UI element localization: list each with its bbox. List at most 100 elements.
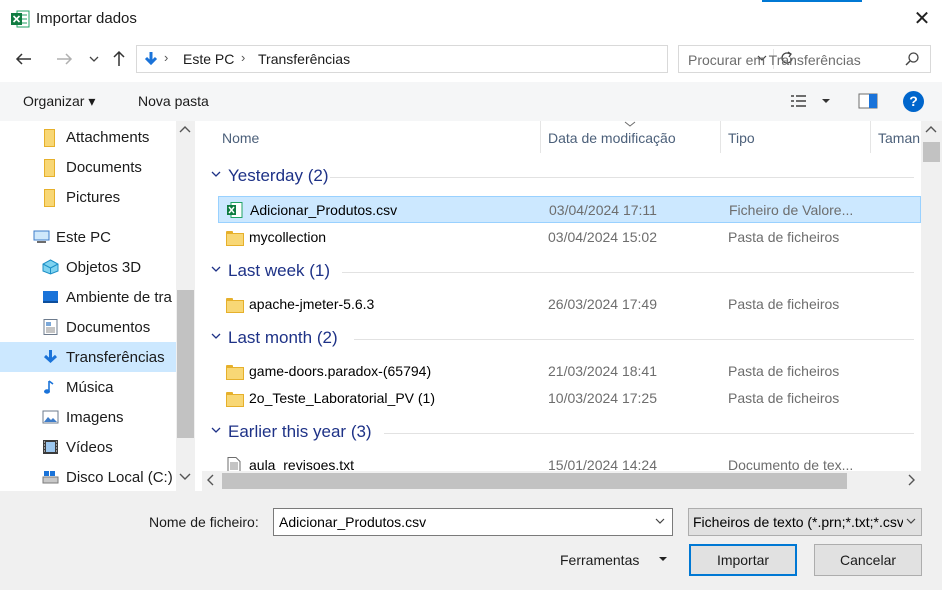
column-divider[interactable] bbox=[870, 121, 871, 153]
excel-csv-icon bbox=[227, 202, 243, 218]
recent-locations-chevron-icon[interactable] bbox=[81, 46, 107, 72]
nav-scroll-down-icon[interactable] bbox=[178, 471, 192, 486]
nav-item-label: Attachments bbox=[66, 129, 150, 146]
file-name: apache-jmeter-5.6.3 bbox=[249, 296, 375, 312]
organize-menu-button[interactable]: Organizar ▾ bbox=[23, 93, 95, 110]
folder-icon bbox=[226, 231, 244, 246]
collapse-chevron-icon[interactable] bbox=[210, 424, 222, 436]
cancel-button[interactable]: Cancelar bbox=[814, 544, 922, 576]
excel-app-icon bbox=[11, 10, 30, 28]
filename-input[interactable]: Adicionar_Produtos.csv bbox=[279, 514, 426, 530]
nav-item-documentos[interactable]: Documentos bbox=[0, 312, 176, 342]
breadcrumb-transferencias[interactable]: Transferências bbox=[258, 51, 350, 67]
chevron-down-icon[interactable] bbox=[654, 515, 666, 527]
new-folder-button[interactable]: Nova pasta bbox=[138, 93, 209, 109]
import-button[interactable]: Importar bbox=[689, 544, 797, 576]
desktop-icon bbox=[43, 291, 58, 303]
folder-icon bbox=[226, 392, 244, 407]
group-divider bbox=[330, 177, 914, 178]
preview-pane-icon[interactable] bbox=[858, 93, 878, 109]
document-icon bbox=[43, 319, 58, 335]
file-row[interactable]: mycollection 03/04/2024 15:02 Pasta de f… bbox=[218, 224, 921, 251]
group-header-earlier-this-year[interactable]: Earlier this year (3) bbox=[202, 419, 914, 447]
view-options-icon[interactable] bbox=[790, 93, 812, 109]
group-header-last-week[interactable]: Last week (1) bbox=[202, 258, 914, 286]
breadcrumb-este-pc[interactable]: Este PC bbox=[183, 51, 234, 67]
drive-icon bbox=[42, 471, 59, 484]
filetype-select[interactable]: Ficheiros de texto (*.prn;*.txt;*.csv) bbox=[688, 508, 922, 536]
column-divider[interactable] bbox=[720, 121, 721, 153]
nav-item-documents[interactable]: Documents bbox=[0, 152, 176, 182]
collapse-chevron-icon[interactable] bbox=[210, 168, 222, 180]
nav-item-pictures[interactable]: Pictures bbox=[0, 182, 176, 212]
view-dropdown-icon[interactable] bbox=[820, 96, 832, 106]
nav-item-label: Música bbox=[66, 379, 114, 396]
list-scroll-left-icon[interactable] bbox=[205, 472, 217, 491]
folder-icon bbox=[44, 189, 55, 207]
file-row[interactable]: 2o_Teste_Laboratorial_PV (1) 10/03/2024 … bbox=[218, 385, 921, 412]
column-header-row: Nome Data de modificação Tipo Taman bbox=[202, 121, 921, 153]
file-row[interactable]: aula_revisoes.txt 15/01/2024 14:24 Docum… bbox=[218, 452, 921, 471]
filename-combobox[interactable]: Adicionar_Produtos.csv bbox=[273, 508, 673, 536]
nav-item-musica[interactable]: Música bbox=[0, 372, 176, 402]
nav-item-label: Este PC bbox=[56, 229, 112, 246]
folder-icon bbox=[44, 159, 55, 177]
breadcrumb-chevron-icon[interactable]: › bbox=[241, 50, 245, 65]
breadcrumb-chevron-icon[interactable]: › bbox=[164, 50, 168, 65]
tools-dropdown-icon[interactable] bbox=[657, 553, 669, 565]
nav-item-este-pc[interactable]: Este PC bbox=[0, 222, 176, 252]
nav-item-ambiente-de-trabalho[interactable]: Ambiente de tra bbox=[0, 282, 176, 312]
image-icon bbox=[42, 410, 59, 424]
list-horizontal-scroll-thumb[interactable] bbox=[222, 473, 847, 489]
address-bar[interactable]: › Este PC › Transferências bbox=[136, 45, 793, 73]
column-divider[interactable] bbox=[540, 121, 541, 153]
file-row[interactable]: game-doors.paradox-(65794) 21/03/2024 18… bbox=[218, 358, 921, 385]
file-date: 15/01/2024 14:24 bbox=[548, 457, 657, 471]
tools-menu-button[interactable]: Ferramentas bbox=[560, 552, 639, 568]
nav-scroll-thumb[interactable] bbox=[177, 290, 194, 438]
list-vertical-scroll-thumb[interactable] bbox=[923, 142, 940, 162]
nav-item-disco-local[interactable]: Disco Local (C:) bbox=[0, 462, 176, 491]
file-date: 21/03/2024 18:41 bbox=[548, 363, 657, 379]
list-scroll-up-icon[interactable] bbox=[924, 123, 938, 138]
column-header-date[interactable]: Data de modificação bbox=[548, 130, 676, 146]
file-type: Pasta de ficheiros bbox=[728, 363, 840, 379]
group-header-yesterday[interactable]: Yesterday (2) bbox=[202, 163, 914, 191]
group-header-last-month[interactable]: Last month (2) bbox=[202, 325, 914, 353]
nav-item-objetos-3d[interactable]: Objetos 3D bbox=[0, 252, 176, 282]
file-row[interactable]: apache-jmeter-5.6.3 26/03/2024 17:49 Pas… bbox=[218, 291, 921, 318]
file-date: 26/03/2024 17:49 bbox=[548, 296, 657, 312]
nav-item-label: Ambiente de tra bbox=[66, 289, 172, 306]
collapse-chevron-icon[interactable] bbox=[210, 330, 222, 342]
back-arrow-icon[interactable] bbox=[11, 46, 37, 72]
navigation-pane: Attachments Documents Pictures Este PC O… bbox=[0, 121, 196, 491]
cube-icon bbox=[42, 259, 59, 275]
list-scroll-right-icon[interactable] bbox=[905, 472, 917, 491]
collapse-chevron-icon[interactable] bbox=[210, 263, 222, 275]
search-input[interactable]: Procurar em Transferências bbox=[688, 52, 861, 68]
nav-item-attachments[interactable]: Attachments bbox=[0, 122, 176, 152]
file-name: Adicionar_Produtos.csv bbox=[250, 202, 398, 218]
column-header-name[interactable]: Nome bbox=[222, 130, 259, 146]
nav-item-label: Pictures bbox=[66, 189, 121, 206]
nav-item-imagens[interactable]: Imagens bbox=[0, 402, 176, 432]
column-header-size[interactable]: Taman bbox=[878, 130, 920, 146]
search-box[interactable]: Procurar em Transferências bbox=[678, 45, 931, 73]
up-arrow-icon[interactable] bbox=[106, 46, 132, 72]
file-date: 03/04/2024 15:02 bbox=[548, 229, 657, 245]
nav-item-label: Disco Local (C:) bbox=[66, 469, 173, 486]
text-file-icon bbox=[227, 457, 241, 471]
search-icon[interactable] bbox=[904, 51, 920, 67]
nav-scroll-up-icon[interactable] bbox=[178, 123, 192, 138]
nav-item-videos[interactable]: Vídeos bbox=[0, 432, 176, 462]
column-header-type[interactable]: Tipo bbox=[728, 130, 755, 146]
nav-item-label: Transferências bbox=[66, 349, 165, 366]
help-icon[interactable]: ? bbox=[903, 91, 924, 112]
nav-item-transferencias[interactable]: Transferências bbox=[0, 342, 176, 372]
forward-arrow-icon[interactable] bbox=[51, 46, 77, 72]
group-divider bbox=[354, 339, 914, 340]
file-row[interactable]: Adicionar_Produtos.csv 03/04/2024 17:11 … bbox=[218, 196, 921, 223]
list-vertical-scrollbar[interactable] bbox=[921, 121, 942, 471]
chevron-down-icon[interactable] bbox=[905, 515, 917, 527]
close-button[interactable]: ✕ bbox=[908, 5, 936, 33]
